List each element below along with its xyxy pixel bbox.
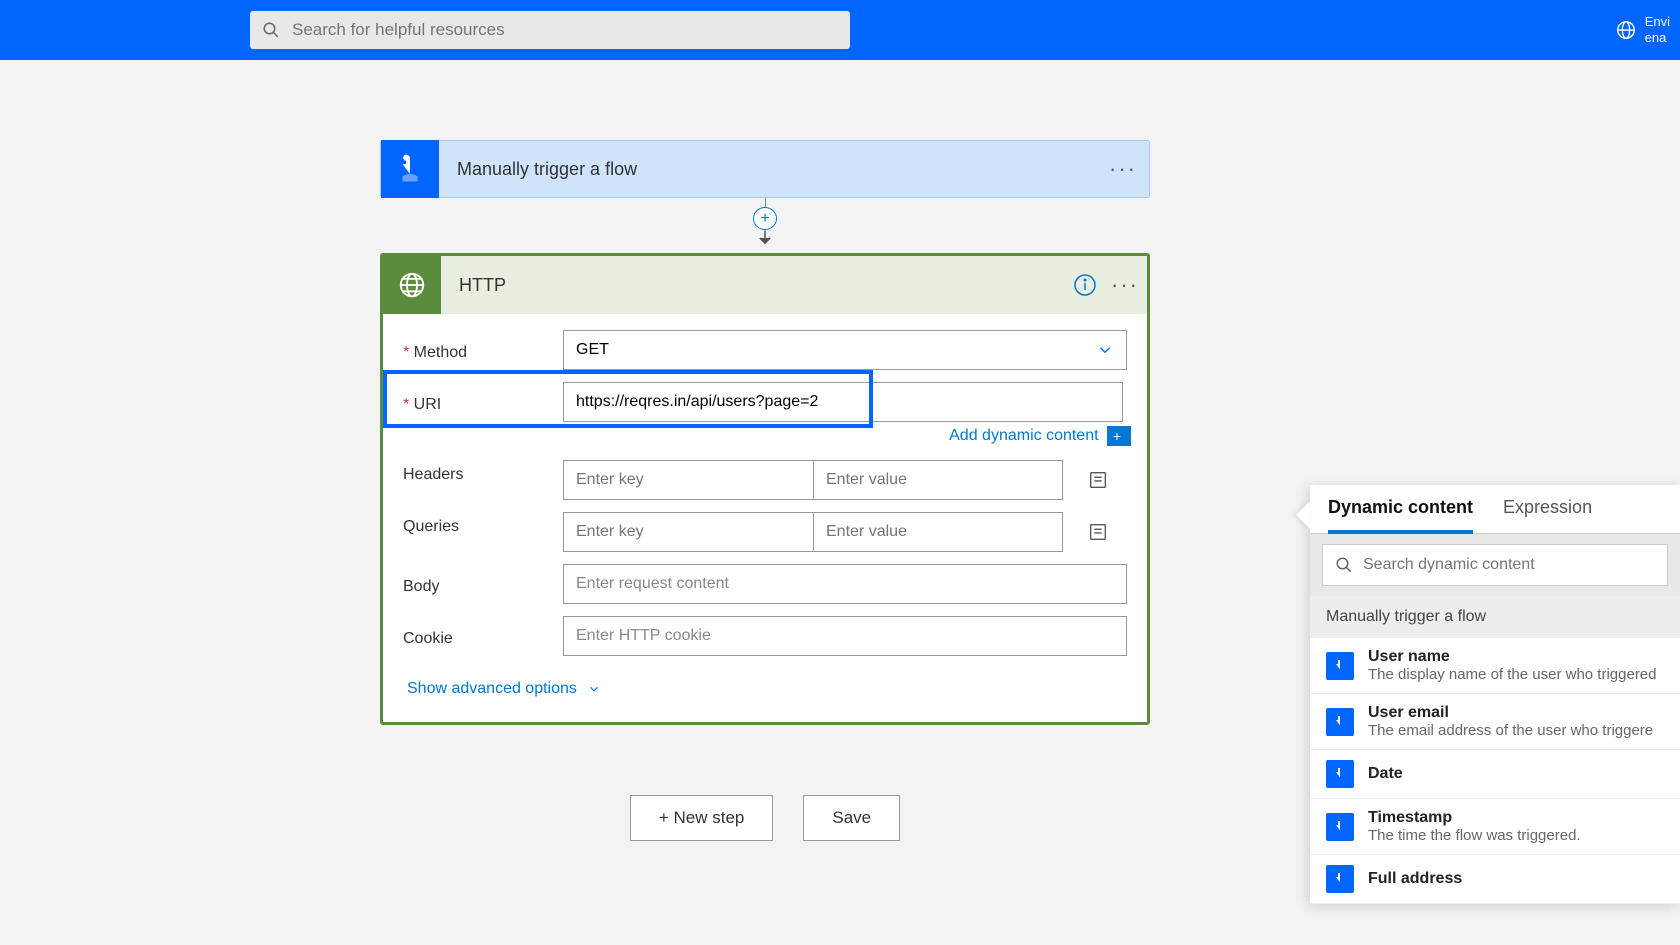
http-action-card: HTTP ··· Method GET: [380, 253, 1150, 725]
dynamic-search-input[interactable]: [1363, 556, 1655, 574]
search-icon: [262, 21, 280, 39]
show-advanced-options-link[interactable]: Show advanced options: [407, 680, 601, 698]
query-value-input[interactable]: [813, 512, 1063, 552]
dynamic-section-title: Manually trigger a flow: [1310, 596, 1680, 638]
env-line1: Envi: [1645, 14, 1670, 30]
http-menu-button[interactable]: ···: [1103, 272, 1147, 298]
uri-label: URI: [403, 390, 563, 414]
dynamic-item-title: Timestamp: [1368, 809, 1581, 827]
flow-canvas: Manually trigger a flow ··· + HTTP ··: [0, 60, 1680, 945]
add-step-inline-button[interactable]: +: [753, 207, 777, 230]
env-line2: ena: [1645, 30, 1670, 46]
dynamic-item-desc: The time the flow was triggered.: [1368, 827, 1581, 844]
method-label: Method: [403, 338, 563, 362]
dynamic-search[interactable]: [1322, 544, 1668, 586]
plus-icon: +: [1107, 426, 1127, 446]
dynamic-item[interactable]: User email The email address of the user…: [1310, 694, 1680, 750]
trigger-menu-button[interactable]: ···: [1109, 156, 1149, 182]
dynamic-content-panel: Dynamic content Expression Manually trig…: [1310, 485, 1680, 904]
method-value: GET: [576, 341, 609, 359]
dynamic-item[interactable]: Date: [1310, 750, 1680, 799]
trigger-card[interactable]: Manually trigger a flow ···: [380, 140, 1150, 198]
chevron-down-icon: [587, 682, 601, 696]
global-search[interactable]: [250, 11, 850, 49]
trigger-title: Manually trigger a flow: [439, 159, 1109, 180]
uri-input[interactable]: [563, 382, 1123, 422]
tab-dynamic-content[interactable]: Dynamic content: [1328, 497, 1473, 534]
panel-pointer: [1296, 501, 1310, 529]
header-key-input[interactable]: [563, 460, 813, 500]
body-input[interactable]: [563, 564, 1127, 604]
global-search-input[interactable]: [292, 20, 838, 40]
save-button[interactable]: Save: [803, 795, 900, 841]
chevron-down-icon: [1096, 341, 1114, 359]
dynamic-item[interactable]: User name The display name of the user w…: [1310, 638, 1680, 694]
info-button[interactable]: [1067, 267, 1103, 303]
search-icon: [1335, 556, 1353, 574]
http-title: HTTP: [441, 275, 1067, 296]
method-select[interactable]: GET: [563, 330, 1127, 370]
dynamic-item-desc: The display name of the user who trigger…: [1368, 666, 1657, 683]
connector: +: [380, 198, 1150, 253]
queries-label: Queries: [403, 512, 563, 536]
trigger-icon: [381, 140, 439, 198]
dynamic-items-list: User name The display name of the user w…: [1310, 638, 1680, 904]
body-label: Body: [403, 572, 563, 596]
add-dynamic-content-link[interactable]: Add dynamic content +: [949, 427, 1127, 444]
query-key-input[interactable]: [563, 512, 813, 552]
queries-text-mode-button[interactable]: [1083, 521, 1113, 543]
trigger-icon: [1326, 760, 1354, 788]
globe-icon: [1615, 19, 1637, 41]
trigger-icon: [1326, 813, 1354, 841]
dynamic-item[interactable]: Timestamp The time the flow was triggere…: [1310, 799, 1680, 855]
header-value-input[interactable]: [813, 460, 1063, 500]
dynamic-item-title: Full address: [1368, 870, 1462, 888]
cookie-label: Cookie: [403, 624, 563, 648]
dynamic-item-desc: The email address of the user who trigge…: [1368, 722, 1653, 739]
environment-picker[interactable]: Envi ena: [1605, 0, 1680, 60]
dynamic-item-title: Date: [1368, 765, 1403, 783]
tab-expression[interactable]: Expression: [1503, 497, 1592, 533]
http-card-header[interactable]: HTTP ···: [383, 256, 1147, 314]
trigger-icon: [1326, 708, 1354, 736]
dynamic-item[interactable]: Full address: [1310, 855, 1680, 904]
top-header: Envi ena: [0, 0, 1680, 60]
new-step-button[interactable]: + New step: [630, 795, 774, 841]
arrow-down-icon: [756, 228, 774, 253]
headers-label: Headers: [403, 460, 563, 484]
cookie-input[interactable]: [563, 616, 1127, 656]
http-icon: [383, 256, 441, 314]
trigger-icon: [1326, 652, 1354, 680]
dynamic-item-title: User name: [1368, 648, 1657, 666]
trigger-icon: [1326, 865, 1354, 893]
dynamic-item-title: User email: [1368, 704, 1653, 722]
headers-text-mode-button[interactable]: [1083, 469, 1113, 491]
